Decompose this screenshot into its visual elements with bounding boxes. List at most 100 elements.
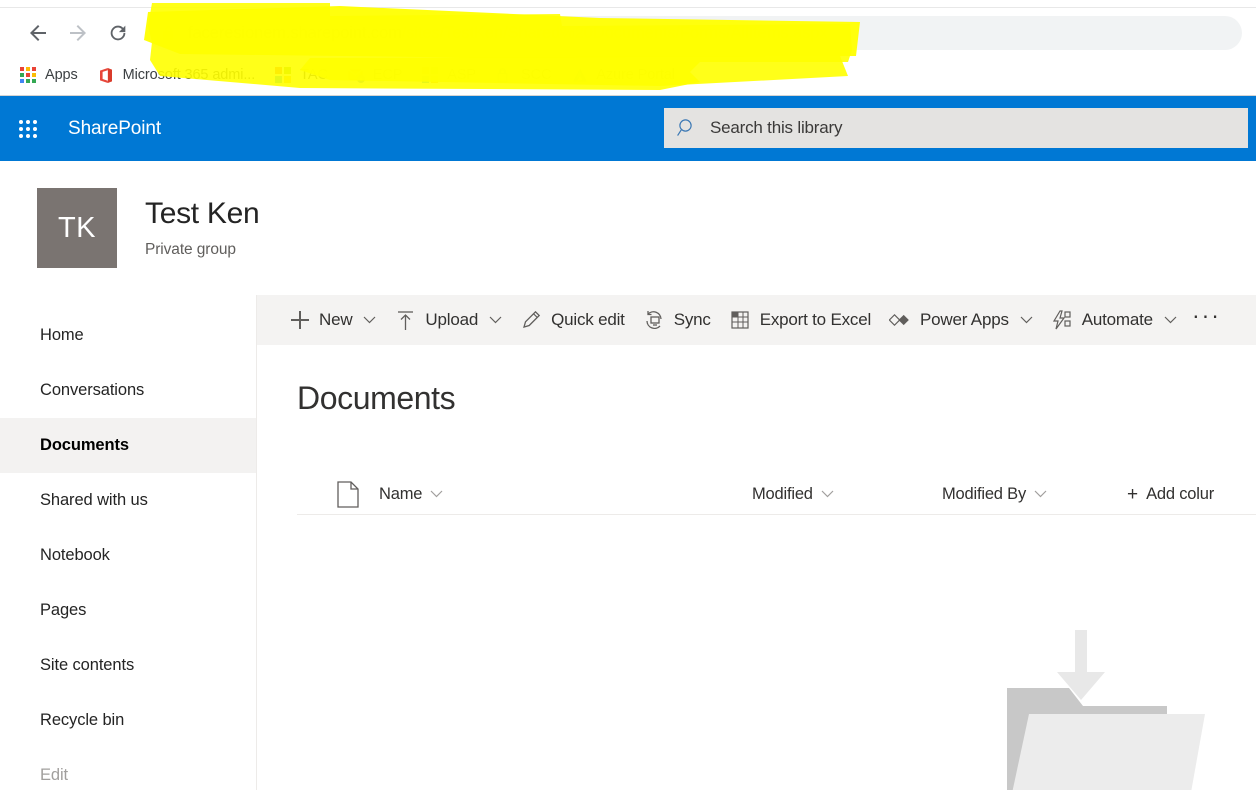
document-icon[interactable] <box>337 481 359 513</box>
command-label: Quick edit <box>551 310 625 329</box>
chevron-down-icon <box>821 490 834 498</box>
bookmark-label: SCC <box>521 67 552 83</box>
sidebar-item-label: Documents <box>40 436 129 454</box>
sidebar-item-label: Site contents <box>40 656 135 674</box>
lock-icon <box>162 24 178 42</box>
sidebar-item-label: Pages <box>40 601 87 619</box>
sidebar-item-edit[interactable]: Edit <box>0 748 256 790</box>
plus-icon: + <box>1127 483 1139 505</box>
chevron-down-icon <box>430 490 443 498</box>
lock-icon <box>496 67 513 84</box>
more-options-icon[interactable]: ··· <box>1186 302 1227 339</box>
column-label: Modified <box>752 484 813 503</box>
bookmark-label: ASP <box>447 67 476 83</box>
bookmark-tac[interactable]: TAC <box>267 62 336 88</box>
reload-button[interactable] <box>98 13 138 53</box>
column-header-modified-by[interactable]: Modified By <box>942 473 1047 515</box>
url-host: faceresionem.sharepoint.com <box>188 23 402 42</box>
new-button[interactable]: New <box>279 298 385 342</box>
column-label: Name <box>379 484 423 503</box>
command-label: Upload <box>425 310 479 329</box>
forward-arrow-icon <box>66 21 90 45</box>
sidebar-item-label: Notebook <box>40 546 110 564</box>
command-label: Export to Excel <box>759 310 872 329</box>
sidebar-item-label: Home <box>40 326 84 344</box>
site-header: TK Test Ken Private group <box>0 161 1256 295</box>
automate-button[interactable]: Automate <box>1042 298 1186 342</box>
search-input[interactable]: Search this library <box>664 108 1248 148</box>
quick-edit-button[interactable]: Quick edit <box>511 298 634 342</box>
excel-icon <box>729 309 751 331</box>
upload-button[interactable]: Upload <box>385 298 511 342</box>
column-header-name[interactable]: Name <box>379 473 443 515</box>
library-heading: Documents <box>297 380 456 416</box>
upload-icon <box>394 309 416 331</box>
bookmarks-bar: Apps Microsoft 365 admi... TAC ECP ASP S… <box>0 58 1256 92</box>
column-headers: Name Modified Modified By + Add colur <box>297 473 1256 515</box>
browser-tab-strip <box>0 0 1256 8</box>
chevron-down-icon <box>1164 316 1177 324</box>
microsoft-logo-icon <box>275 66 292 84</box>
bookmark-ecp[interactable]: ECP <box>340 62 411 88</box>
sidebar-item-recycle-bin[interactable]: Recycle bin <box>0 693 256 748</box>
sidebar-item-conversations[interactable]: Conversations <box>0 363 256 418</box>
app-launcher-button[interactable] <box>4 105 52 153</box>
sidebar-item-label: Recycle bin <box>40 711 125 729</box>
sidebar-navigation: Home Conversations Documents Shared with… <box>0 295 257 790</box>
add-column-button[interactable]: + Add colur <box>1127 473 1214 515</box>
bookmark-microsoft-365-admin[interactable]: Microsoft 365 admi... <box>90 62 263 88</box>
sidebar-item-notebook[interactable]: Notebook <box>0 528 256 583</box>
sync-button[interactable]: Sync <box>634 298 720 342</box>
mail-gear-icon <box>348 67 365 84</box>
address-bar-url: faceresionem.sharepoint.com/sites/TestKe… <box>188 23 828 43</box>
page-title: Test Ken <box>145 197 260 230</box>
power-apps-button[interactable]: Power Apps <box>880 298 1042 342</box>
drag-files-folder-icon <box>1007 630 1205 790</box>
app-launcher-icon <box>19 119 37 138</box>
column-label: Modified By <box>942 484 1027 503</box>
sidebar-item-pages[interactable]: Pages <box>0 583 256 638</box>
bookmark-label: Apps <box>45 67 78 83</box>
chevron-down-icon <box>1020 316 1033 324</box>
bookmark-azure-portal[interactable]: Azure Portal <box>563 62 683 88</box>
sidebar-item-home[interactable]: Home <box>0 308 256 363</box>
export-to-excel-button[interactable]: Export to Excel <box>720 298 880 342</box>
plus-icon <box>288 309 310 331</box>
sync-icon <box>643 309 665 331</box>
address-bar[interactable]: faceresionem.sharepoint.com/sites/TestKe… <box>148 16 1242 50</box>
site-privacy-label: Private group <box>145 241 236 258</box>
sidebar-item-shared-with-us[interactable]: Shared with us <box>0 473 256 528</box>
command-label: Power Apps <box>920 310 1009 329</box>
command-label: New <box>319 310 353 329</box>
bookmark-label: TAC <box>300 67 328 83</box>
bookmark-scc[interactable]: SCC <box>488 62 559 88</box>
avatar: TK <box>37 188 117 268</box>
reload-icon <box>107 22 129 44</box>
apps-grid-icon <box>20 66 37 84</box>
sidebar-item-site-contents[interactable]: Site contents <box>0 638 256 693</box>
forward-button[interactable] <box>58 13 98 53</box>
sharepoint-brand-link[interactable]: SharePoint <box>68 118 161 140</box>
chevron-down-icon <box>1034 490 1047 498</box>
pencil-icon <box>520 309 542 331</box>
browser-chrome: faceresionem.sharepoint.com/sites/TestKe… <box>0 0 1256 96</box>
sidebar-item-label: Edit <box>40 766 69 784</box>
sidebar-item-label: Shared with us <box>40 491 148 509</box>
url-path: /sites/TestKen/Shared%20Documents/Forms/… <box>401 23 828 42</box>
sidebar-item-label: Conversations <box>40 381 145 399</box>
bookmark-label: Azure Portal <box>596 67 675 83</box>
sidebar-item-documents[interactable]: Documents <box>0 418 256 473</box>
document-library-content: Documents Name Modified Modified By + Ad… <box>257 345 1256 790</box>
site-title-block: Test Ken Private group <box>145 197 260 259</box>
bookmark-asp[interactable]: ASP <box>414 62 484 88</box>
command-label: Automate <box>1081 310 1153 329</box>
bookmark-apps[interactable]: Apps <box>12 62 86 88</box>
automate-icon <box>1051 309 1073 331</box>
office-icon <box>98 67 115 84</box>
back-button[interactable] <box>18 13 58 53</box>
back-arrow-icon <box>26 21 50 45</box>
column-header-modified[interactable]: Modified <box>752 473 834 515</box>
microsoft-logo-icon <box>422 66 439 84</box>
chevron-down-icon <box>489 316 502 324</box>
browser-navigation-row: faceresionem.sharepoint.com/sites/TestKe… <box>0 10 1256 56</box>
